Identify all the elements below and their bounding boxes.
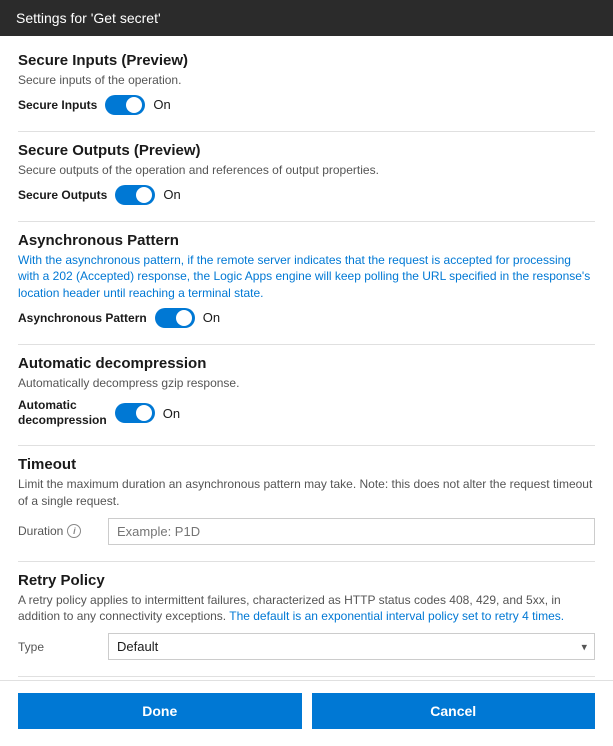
async-desc-part1: With the asynchronous pattern, if the re… [18,253,571,284]
auto-decomp-title: Automatic decompression [18,355,595,372]
secure-inputs-desc: Secure inputs of the operation. [18,72,595,89]
title-text: Settings for 'Get secret' [16,10,161,26]
async-pattern-desc: With the asynchronous pattern, if the re… [18,252,595,302]
auto-decomp-desc: Automatically decompress gzip response. [18,375,595,392]
secure-outputs-desc: Secure outputs of the operation and refe… [18,162,595,179]
secure-outputs-toggle-row: Secure Outputs On [18,185,595,205]
auto-decomp-toggle-state: On [163,406,180,421]
divider-2 [18,221,595,222]
auto-decomp-toggle-row: Automatic decompression On [18,398,595,429]
retry-type-row: Type Default None Fixed interval Exponen… [18,633,595,660]
async-pattern-toggle-state: On [203,310,220,325]
divider-4 [18,445,595,446]
divider-1 [18,131,595,132]
duration-input[interactable] [108,518,595,545]
divider-5 [18,561,595,562]
title-bar: Settings for 'Get secret' [0,0,613,36]
retry-type-select-wrapper: Default None Fixed interval Exponential … [108,633,595,660]
auto-decomp-label-2: decompression [18,413,107,427]
footer: Done Cancel [0,680,613,740]
async-pattern-title: Asynchronous Pattern [18,232,595,249]
timeout-title: Timeout [18,456,595,473]
settings-content: Secure Inputs (Preview) Secure inputs of… [0,36,613,680]
divider-6 [18,676,595,677]
secure-outputs-toggle-state: On [163,187,180,202]
secure-inputs-toggle[interactable] [105,95,145,115]
retry-policy-section: Retry Policy A retry policy applies to i… [18,572,595,661]
secure-inputs-label: Secure Inputs [18,98,97,112]
secure-outputs-toggle[interactable] [115,185,155,205]
secure-inputs-toggle-state: On [153,97,170,112]
secure-outputs-label: Secure Outputs [18,188,107,202]
retry-type-label: Type [18,640,98,654]
retry-policy-desc: A retry policy applies to intermittent f… [18,592,595,626]
retry-policy-title: Retry Policy [18,572,595,589]
timeout-desc: Limit the maximum duration an asynchrono… [18,476,595,510]
auto-decomp-label-1: Automatic [18,398,77,412]
secure-outputs-title: Secure Outputs (Preview) [18,142,595,159]
duration-label: Duration i [18,524,98,538]
async-pattern-section: Asynchronous Pattern With the asynchrono… [18,232,595,328]
duration-info-icon[interactable]: i [67,524,81,538]
auto-decomp-section: Automatic decompression Automatically de… [18,355,595,429]
timeout-section: Timeout Limit the maximum duration an as… [18,456,595,545]
cancel-button[interactable]: Cancel [312,693,596,729]
auto-decomp-toggle[interactable] [115,403,155,423]
secure-inputs-title: Secure Inputs (Preview) [18,52,595,69]
async-pattern-label: Asynchronous Pattern [18,311,147,325]
auto-decomp-label: Automatic decompression [18,398,107,429]
async-pattern-toggle[interactable] [155,308,195,328]
done-button[interactable]: Done [18,693,302,729]
duration-row: Duration i [18,518,595,545]
secure-outputs-section: Secure Outputs (Preview) Secure outputs … [18,142,595,205]
divider-3 [18,344,595,345]
retry-type-select[interactable]: Default None Fixed interval Exponential … [108,633,595,660]
retry-desc-part2: The default is an exponential interval p… [229,609,564,623]
secure-inputs-toggle-row: Secure Inputs On [18,95,595,115]
async-pattern-toggle-row: Asynchronous Pattern On [18,308,595,328]
secure-inputs-section: Secure Inputs (Preview) Secure inputs of… [18,52,595,115]
